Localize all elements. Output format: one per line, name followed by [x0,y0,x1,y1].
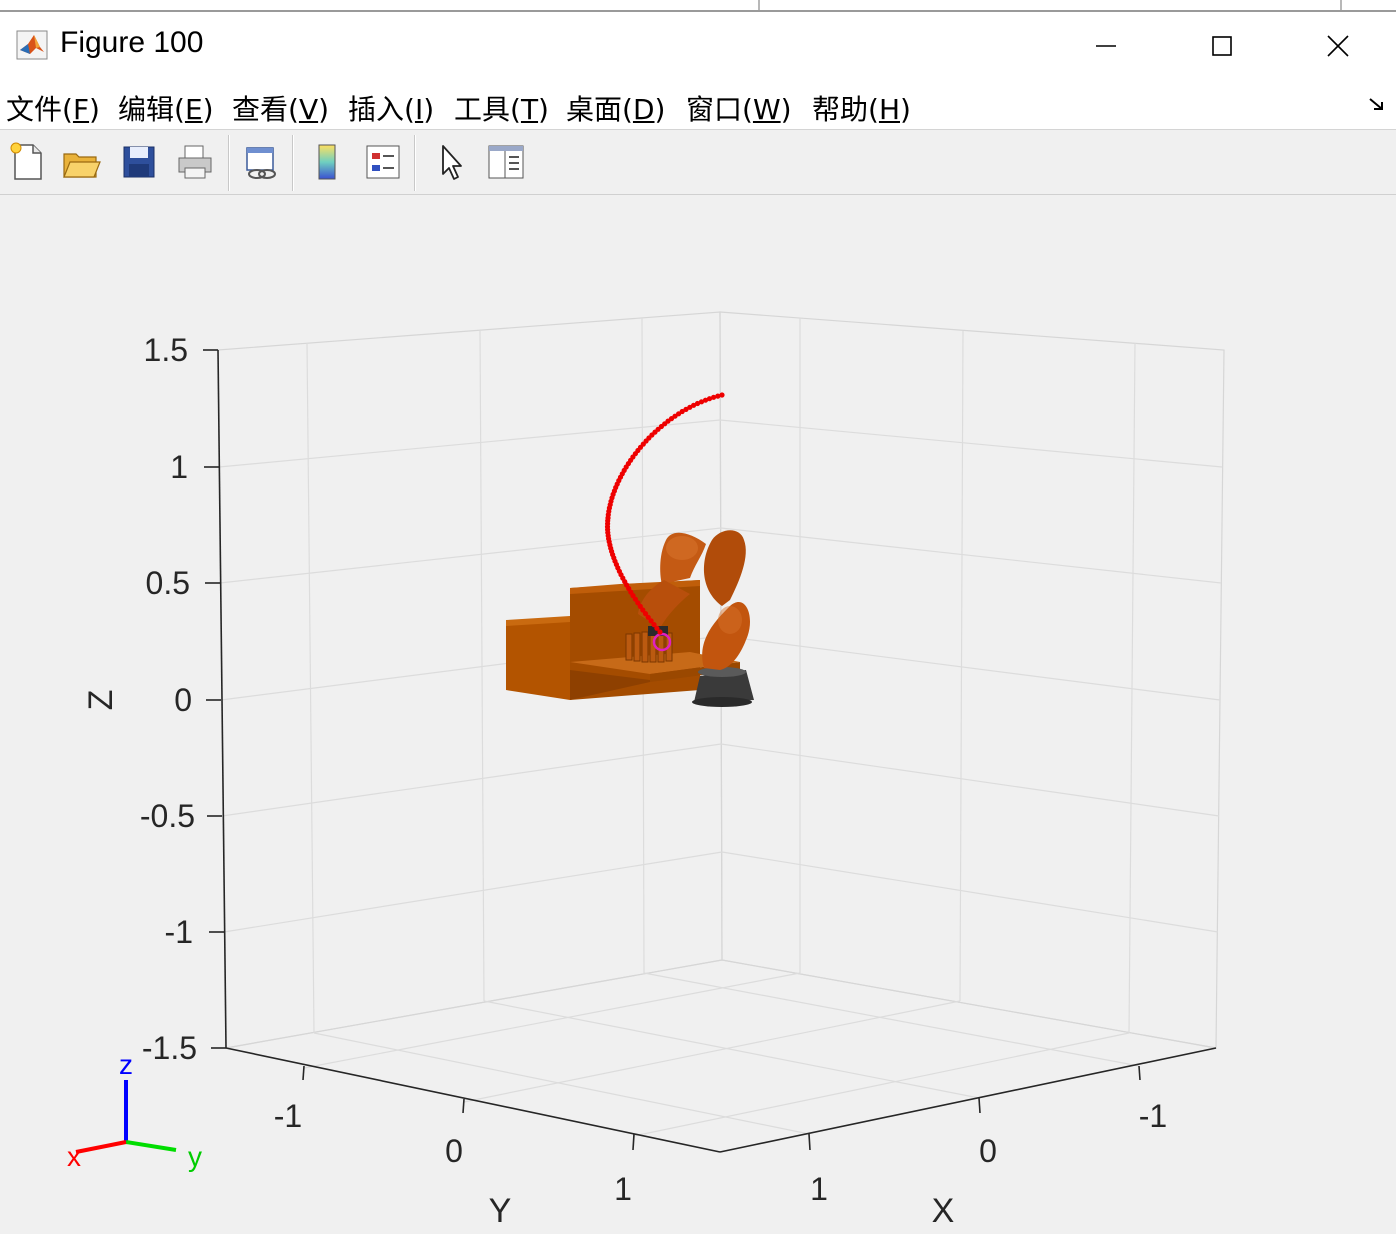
menu-view[interactable]: 查看(V) [232,88,329,128]
robot-base [692,667,754,707]
menu-view-label: 查看( [232,93,299,126]
property-panel-icon [488,145,524,179]
orientation-triad: z y x [67,1049,202,1172]
axis-lines [217,349,1217,1153]
menu-edit-key: E [184,93,203,126]
folder-open-icon [63,153,101,178]
colorbar-icon [318,144,336,180]
insert-legend-button[interactable] [360,139,406,185]
edit-plot-button[interactable] [428,139,474,185]
menu-file-key: F [72,93,90,126]
y-tick-label: 1 [614,1171,632,1207]
menu-edit[interactable]: 编辑(E) [118,88,214,128]
trajectory-point [719,392,725,398]
menu-tools-label: 工具( [454,93,521,126]
minimize-icon [1096,45,1116,47]
x-tick-label: 0 [979,1133,997,1169]
new-file-icon [10,142,42,180]
figure-toolbar [0,131,1396,195]
dock-arrow-icon[interactable] [1368,94,1388,119]
y-axis-label: Y [489,1192,512,1230]
z-tick-label: 1 [170,449,188,485]
x-tick-label: 1 [810,1171,828,1207]
axis-ticks [203,349,1141,1151]
menu-insert-label: 插入( [348,93,415,126]
close-button[interactable] [1280,12,1396,80]
menu-view-key: V [298,93,319,126]
menu-file[interactable]: 文件(F) [6,88,100,128]
toolbar-separator [228,135,230,191]
z-tick-label: 1.5 [144,332,188,368]
background-divider [758,0,760,10]
menu-desktop-key: D [632,93,655,126]
menu-window[interactable]: 窗口(W) [686,88,792,128]
menu-tools-tail: ) [538,93,549,126]
menu-view-tail: ) [318,93,330,126]
maximize-icon [1212,36,1232,56]
x-tick-label: -1 [1139,1098,1167,1134]
legend-icon [366,145,400,179]
menu-insert-key: I [414,93,424,126]
printer-icon [178,145,212,179]
matlab-logo-icon [16,30,48,60]
menu-insert-tail: ) [423,93,435,126]
link-plot-icon [246,147,276,179]
menu-window-label: 窗口( [686,93,753,126]
link-plot-button[interactable] [238,139,284,185]
new-figure-button[interactable] [4,139,50,185]
property-inspector-button[interactable] [482,139,528,185]
menu-help[interactable]: 帮助(H) [812,88,911,128]
menu-file-label: 文件( [6,93,73,126]
menu-desktop[interactable]: 桌面(D) [566,88,665,128]
triad-x-axis [75,1140,127,1154]
y-tick-label: 0 [445,1133,463,1169]
open-file-button[interactable] [58,139,104,185]
toolbar-separator [292,135,294,191]
toolbar-separator [414,135,416,191]
background-divider [1340,0,1342,10]
menu-window-tail: ) [780,93,792,126]
triad-y-label: y [188,1141,202,1172]
menu-window-key: W [752,93,781,126]
pointer-arrow-icon [442,145,462,180]
menu-tools-key: T [520,93,539,126]
menu-help-label: 帮助( [812,93,879,126]
print-figure-button[interactable] [172,139,218,185]
figure-canvas[interactable]: 1.5 1 0.5 0 -0.5 -1 -1.5 -1 0 1 -1 0 1 Z… [0,196,1396,1234]
menu-desktop-tail: ) [654,93,666,126]
maximize-button[interactable] [1164,12,1280,80]
window-title: Figure 100 [60,26,204,59]
menu-help-key: H [878,93,900,126]
grid-lines [217,311,1225,1153]
insert-colorbar-button[interactable] [304,139,350,185]
triad-y-axis [125,1140,177,1152]
menu-edit-label: 编辑( [118,93,185,126]
floppy-disk-icon [123,146,155,178]
z-tick-label: 0 [174,682,192,718]
minimize-button[interactable] [1048,12,1164,80]
y-tick-label: -1 [274,1098,302,1134]
z-tick-label: -1 [165,914,193,950]
axes-3d[interactable]: 1.5 1 0.5 0 -0.5 -1 -1.5 -1 0 1 -1 0 1 Z… [0,196,1396,1234]
triad-z-label: z [119,1049,133,1080]
menu-bar: 文件(F) 编辑(E) 查看(V) 插入(I) 工具(T) 桌面(D) 窗口(W… [0,80,1396,130]
menu-insert[interactable]: 插入(I) [348,88,434,128]
z-tick-label: -0.5 [140,798,195,834]
title-bar: Figure 100 [0,12,1396,80]
x-axis-label: X [932,1192,955,1230]
menu-edit-tail: ) [202,93,214,126]
menu-tools[interactable]: 工具(T) [454,88,549,128]
menu-desktop-label: 桌面( [566,93,633,126]
z-tick-label: 0.5 [146,565,190,601]
menu-file-tail: ) [89,93,100,126]
menu-help-tail: ) [900,93,911,126]
triad-x-label: x [67,1141,81,1172]
close-icon [1327,35,1349,57]
z-tick-label: -1.5 [142,1030,197,1066]
save-figure-button[interactable] [116,139,162,185]
background-window-strip [0,0,1396,12]
z-axis-label: Z [82,690,120,711]
